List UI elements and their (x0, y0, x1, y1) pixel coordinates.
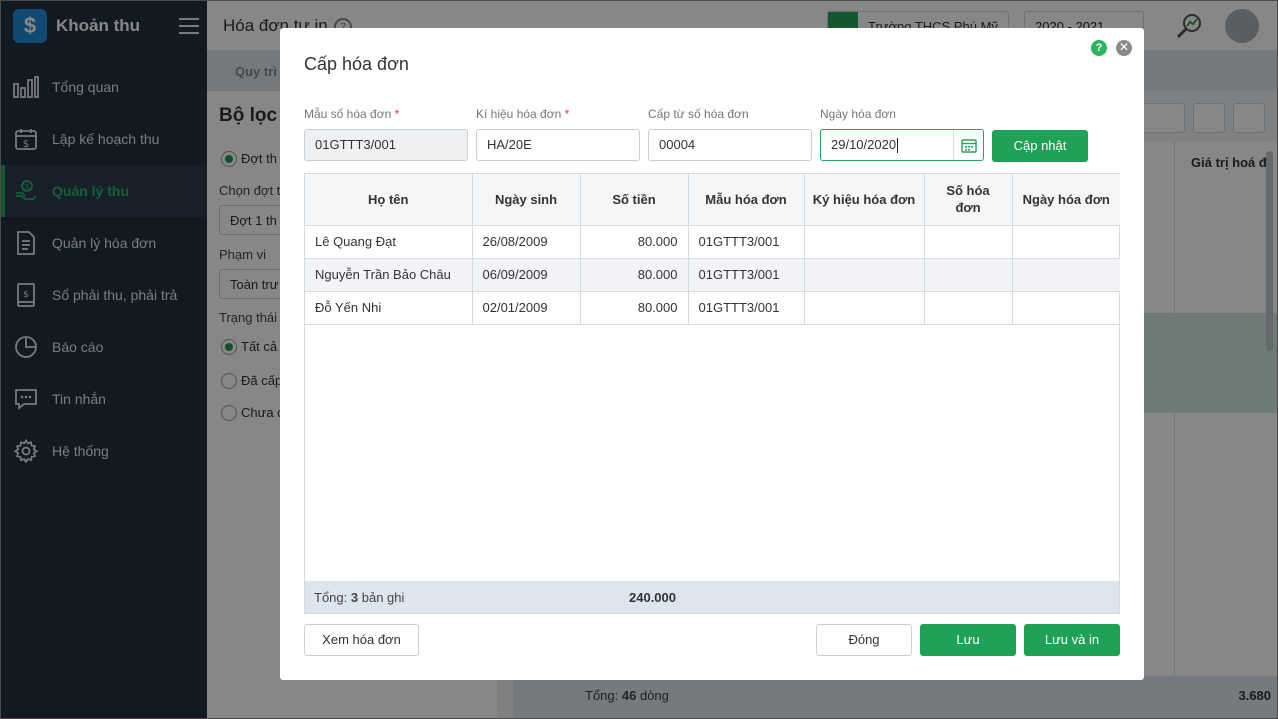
cell-number[interactable] (924, 258, 1013, 292)
cell-symbol[interactable] (804, 258, 925, 292)
text-caret (897, 138, 899, 154)
table-header-row: Họ tên Ngày sinh Số tiền Mẫu hóa đơn Ký … (305, 174, 1120, 226)
cell-name: Lê Quang Đạt (305, 225, 473, 259)
cell-number[interactable] (924, 291, 1013, 325)
cell-template: 01GTTT3/001 (688, 225, 805, 259)
total-amount: 240.000 (629, 590, 676, 605)
from-number-field[interactable]: 00004 (648, 129, 812, 161)
cell-amount: 80.000 (580, 258, 689, 292)
cell-symbol[interactable] (804, 291, 925, 325)
cell-number[interactable] (924, 225, 1013, 259)
table-row[interactable]: Đỗ Yến Nhi 02/01/2009 80.000 01GTTT3/001 (305, 291, 1120, 325)
header-mau-hoa-don[interactable]: Mẫu hóa đơn (688, 174, 805, 226)
header-so-tien[interactable]: Số tiền (580, 174, 689, 226)
close-icon[interactable]: ✕ (1116, 40, 1132, 56)
save-button[interactable]: Lưu (920, 624, 1016, 656)
header-so-hoa-don[interactable]: Số hóa đơn (924, 174, 1013, 226)
cell-dob: 26/08/2009 (472, 225, 581, 259)
dialog-title: Cấp hóa đơn (304, 54, 409, 74)
template-field[interactable]: 01GTTT3/001 (304, 129, 468, 161)
cell-amount: 80.000 (580, 225, 689, 259)
cell-date[interactable] (1012, 291, 1120, 325)
symbol-field[interactable]: HA/20E (476, 129, 640, 161)
cell-date[interactable] (1012, 258, 1120, 292)
header-ky-hieu-hoa-don[interactable]: Ký hiệu hóa đơn (804, 174, 925, 226)
date-field[interactable]: 29/10/2020 (820, 129, 984, 161)
header-ho-ten[interactable]: Họ tên (305, 174, 473, 226)
table-row[interactable]: Lê Quang Đạt 26/08/2009 80.000 01GTTT3/0… (305, 225, 1120, 259)
cell-dob: 06/09/2009 (472, 258, 581, 292)
close-button[interactable]: Đóng (816, 624, 912, 656)
header-ngay-sinh[interactable]: Ngày sinh (472, 174, 581, 226)
symbol-label: Kí hiệu hóa đơn * (476, 107, 570, 121)
invoice-grid: Họ tên Ngày sinh Số tiền Mẫu hóa đơn Ký … (304, 173, 1120, 614)
date-label: Ngày hóa đơn (820, 107, 896, 121)
cell-amount: 80.000 (580, 291, 689, 325)
template-label: Mẫu số hóa đơn * (304, 107, 400, 121)
app-window: $ Khoản thu Tổng quan $ Lập kế hoạch thu… (0, 0, 1278, 719)
grid-summary: Tổng: 3 bản ghi 240.000 (305, 581, 1119, 613)
invoice-table: Họ tên Ngày sinh Số tiền Mẫu hóa đơn Ký … (305, 174, 1120, 325)
record-count: Tổng: 3 bản ghi (314, 590, 405, 605)
help-icon[interactable]: ? (1091, 40, 1107, 56)
cell-template: 01GTTT3/001 (688, 258, 805, 292)
cell-name: Nguyễn Trần Bảo Châu (305, 258, 473, 292)
issue-invoice-dialog: Cấp hóa đơn ? ✕ Mẫu số hóa đơn * 01GTTT3… (280, 28, 1144, 680)
from-number-label: Cấp từ số hóa đơn (648, 107, 749, 121)
table-row[interactable]: Nguyễn Trần Bảo Châu 06/09/2009 80.000 0… (305, 258, 1120, 292)
cell-symbol[interactable] (804, 225, 925, 259)
update-button[interactable]: Cập nhật (992, 130, 1088, 162)
header-ngay-hoa-don[interactable]: Ngày hóa đơn (1012, 174, 1120, 226)
calendar-icon[interactable] (953, 130, 983, 160)
view-invoice-button[interactable]: Xem hóa đơn (304, 624, 419, 656)
cell-name: Đỗ Yến Nhi (305, 291, 473, 325)
cell-template: 01GTTT3/001 (688, 291, 805, 325)
save-and-print-button[interactable]: Lưu và in (1024, 624, 1120, 656)
date-value: 29/10/2020 (831, 137, 897, 152)
cell-dob: 02/01/2009 (472, 291, 581, 325)
cell-date[interactable] (1012, 225, 1120, 259)
